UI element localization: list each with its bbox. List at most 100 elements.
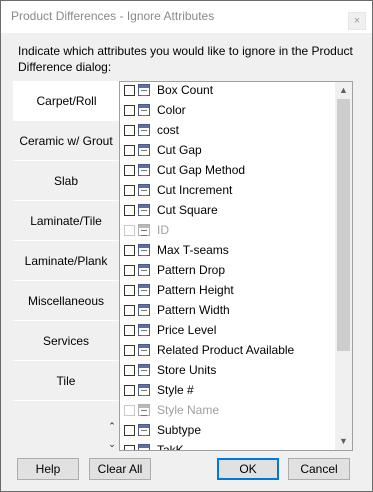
attribute-checkbox[interactable] bbox=[124, 244, 135, 256]
attribute-checkbox bbox=[124, 404, 135, 416]
attribute-label: Price Level bbox=[157, 323, 217, 337]
attribute-checkbox[interactable] bbox=[124, 384, 135, 396]
attribute-checkbox[interactable] bbox=[124, 324, 135, 336]
tab-miscellaneous[interactable]: Miscellaneous bbox=[13, 281, 119, 321]
tab-scroll-down-icon[interactable]: ⌄ bbox=[105, 435, 119, 453]
help-button[interactable]: Help bbox=[17, 458, 79, 480]
attribute-checkbox[interactable] bbox=[124, 364, 135, 376]
list-item[interactable]: Related Product Available bbox=[122, 340, 332, 360]
attribute-label: Box Count bbox=[157, 83, 214, 97]
list-item[interactable]: Color bbox=[122, 100, 332, 120]
attribute-label: ID bbox=[157, 223, 169, 237]
list-item[interactable]: Box Count bbox=[122, 82, 332, 100]
attribute-label: Style # bbox=[157, 383, 194, 397]
title-bar: Product Differences - Ignore Attributes … bbox=[1, 1, 372, 33]
attribute-label: Style Name bbox=[157, 403, 220, 417]
attribute-table-icon bbox=[138, 84, 150, 96]
attribute-checkbox[interactable] bbox=[124, 444, 135, 450]
list-item[interactable]: cost bbox=[122, 120, 332, 140]
list-scrollbar[interactable]: ▲ ▼ bbox=[335, 82, 352, 450]
attribute-table-icon bbox=[138, 304, 150, 316]
tab-scroll-up-icon[interactable]: ⌃ bbox=[105, 417, 119, 435]
attribute-table-icon bbox=[138, 364, 150, 376]
scroll-down-icon[interactable]: ▼ bbox=[335, 433, 352, 450]
tab-label: Carpet/Roll bbox=[36, 93, 97, 108]
attribute-label: Cut Increment bbox=[157, 183, 233, 197]
tab-label: Laminate/Tile bbox=[30, 213, 102, 228]
attribute-label: cost bbox=[157, 123, 180, 137]
attribute-table-icon bbox=[138, 224, 150, 236]
attribute-checkbox[interactable] bbox=[124, 124, 135, 136]
attribute-checkbox[interactable] bbox=[124, 424, 135, 436]
attribute-checkbox[interactable] bbox=[124, 144, 135, 156]
attribute-table-icon bbox=[138, 424, 150, 436]
attribute-table-icon bbox=[138, 404, 150, 416]
attribute-label: Pattern Width bbox=[157, 303, 230, 317]
attribute-label: Max T-seams bbox=[157, 243, 229, 257]
clear-all-button[interactable]: Clear All bbox=[89, 458, 151, 480]
attribute-table-icon bbox=[138, 244, 150, 256]
attribute-checkbox[interactable] bbox=[124, 184, 135, 196]
attribute-checkbox[interactable] bbox=[124, 104, 135, 116]
instruction-text: Indicate which attributes you would like… bbox=[18, 44, 353, 74]
scroll-thumb[interactable] bbox=[337, 99, 350, 351]
attribute-checkbox bbox=[124, 224, 135, 236]
category-tabs: Carpet/Roll Ceramic w/ Grout Slab Laminate/… bbox=[13, 81, 120, 455]
tab-label: Services bbox=[42, 333, 89, 348]
list-item[interactable]: Style # bbox=[122, 380, 332, 400]
list-item[interactable]: Cut Increment bbox=[122, 180, 332, 200]
attribute-checkbox[interactable] bbox=[124, 344, 135, 356]
attribute-label: TakK bbox=[157, 443, 184, 451]
list-item[interactable]: Pattern Drop bbox=[122, 260, 332, 280]
list-item[interactable]: Subtype bbox=[122, 420, 332, 440]
tab-label: Ceramic w/ Grout bbox=[19, 133, 113, 148]
tab-tile[interactable]: Tile bbox=[13, 361, 119, 401]
attribute-checkbox[interactable] bbox=[124, 304, 135, 316]
attribute-checkbox[interactable] bbox=[124, 284, 135, 296]
scroll-up-icon[interactable]: ▲ bbox=[335, 82, 352, 99]
attribute-table-icon bbox=[138, 144, 150, 156]
list-item[interactable]: Cut Square bbox=[122, 200, 332, 220]
attribute-table-icon bbox=[138, 384, 150, 396]
list-item[interactable]: Pattern Height bbox=[122, 280, 332, 300]
tab-label: Miscellaneous bbox=[27, 293, 105, 308]
attribute-label: Store Units bbox=[157, 363, 217, 377]
list-item[interactable]: Price Level bbox=[122, 320, 332, 340]
window-title: Product Differences - Ignore Attributes bbox=[11, 9, 215, 23]
attribute-checkbox[interactable] bbox=[124, 164, 135, 176]
cancel-button[interactable]: Cancel bbox=[288, 458, 350, 480]
tab-label: Tile bbox=[56, 373, 76, 388]
attribute-list[interactable]: TakK Subtype Style Name Style # Store Units R… bbox=[119, 81, 353, 451]
tab-laminate-plank[interactable]: Laminate/Plank bbox=[13, 241, 119, 281]
tab-carpet-roll[interactable]: Carpet/Roll bbox=[13, 81, 120, 121]
close-button[interactable]: × bbox=[348, 12, 366, 30]
list-item[interactable]: Max T-seams bbox=[122, 240, 332, 260]
attribute-checkbox[interactable] bbox=[124, 264, 135, 276]
tab-services[interactable]: Services bbox=[13, 321, 119, 361]
attribute-label: Cut Gap bbox=[157, 143, 202, 157]
list-item[interactable]: Cut Gap Method bbox=[122, 160, 332, 180]
list-item[interactable]: TakK bbox=[122, 440, 332, 451]
attribute-label: Cut Gap Method bbox=[157, 163, 246, 177]
attribute-table-icon bbox=[138, 184, 150, 196]
list-item: Style Name bbox=[122, 400, 332, 420]
attribute-label: Color bbox=[157, 103, 186, 117]
attribute-table-icon bbox=[138, 264, 150, 276]
tab-slab[interactable]: Slab bbox=[13, 161, 119, 201]
list-item[interactable]: Store Units bbox=[122, 360, 332, 380]
tab-scroll: ⌃ ⌄ bbox=[105, 417, 119, 453]
attribute-checkbox[interactable] bbox=[124, 204, 135, 216]
attribute-checkbox[interactable] bbox=[124, 84, 135, 96]
attribute-table-icon bbox=[138, 284, 150, 296]
list-item[interactable]: Pattern Width bbox=[122, 300, 332, 320]
attribute-label: Cut Square bbox=[157, 203, 218, 217]
tab-ceramic-w-grout[interactable]: Ceramic w/ Grout bbox=[13, 121, 119, 161]
attribute-table-icon bbox=[138, 164, 150, 176]
ok-button[interactable]: OK bbox=[217, 458, 279, 480]
dialog-window: Product Differences - Ignore Attributes … bbox=[0, 0, 373, 492]
list-item[interactable]: Cut Gap bbox=[122, 140, 332, 160]
attribute-table-icon bbox=[138, 444, 150, 450]
attribute-table-icon bbox=[138, 104, 150, 116]
tab-laminate-tile[interactable]: Laminate/Tile bbox=[13, 201, 119, 241]
tab-label: Slab bbox=[53, 173, 79, 188]
